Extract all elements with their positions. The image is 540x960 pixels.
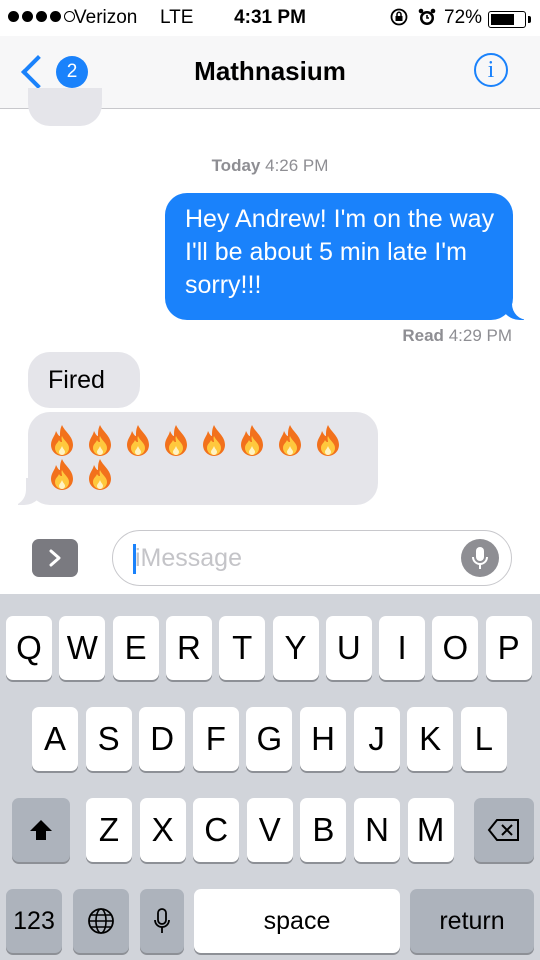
key-f[interactable]: F <box>192 707 239 771</box>
key-g[interactable]: G <box>246 707 293 771</box>
key-e[interactable]: E <box>112 616 159 680</box>
read-receipt: Read 4:29 PM <box>402 326 512 346</box>
message-timestamp: Today 4:26 PM <box>0 156 540 176</box>
key-p[interactable]: P <box>485 616 532 680</box>
read-time: 4:29 PM <box>448 326 512 345</box>
key-t[interactable]: T <box>219 616 266 680</box>
numbers-key[interactable]: 123 <box>6 889 62 953</box>
fire-emoji <box>48 424 76 458</box>
key-i[interactable]: I <box>379 616 426 680</box>
message-input[interactable]: iMessage <box>112 530 512 586</box>
received-message-bubble[interactable]: Fired <box>28 352 140 408</box>
timestamp-time: 4:26 PM <box>265 156 329 175</box>
timestamp-day: Today <box>211 156 261 175</box>
fire-emoji <box>200 424 228 458</box>
rotation-lock-icon <box>389 7 409 32</box>
microphone-icon <box>154 908 170 933</box>
apps-button[interactable] <box>32 539 78 577</box>
key-a[interactable]: A <box>32 707 78 771</box>
key-u[interactable]: U <box>325 616 372 680</box>
backspace-icon <box>487 819 519 841</box>
keyboard: 123 space return QWERTYUIOP ASDFGHJKL ZXCV… <box>0 594 540 960</box>
space-key[interactable]: space <box>194 889 400 953</box>
chevron-right-icon <box>49 549 61 567</box>
message-input-placeholder: iMessage <box>135 544 242 572</box>
key-c[interactable]: C <box>193 798 240 862</box>
key-j[interactable]: J <box>353 707 400 771</box>
alarm-icon <box>417 7 437 32</box>
fire-emoji <box>86 424 114 458</box>
fire-emoji <box>86 458 114 492</box>
key-w[interactable]: W <box>59 616 106 680</box>
key-q[interactable]: Q <box>6 616 52 680</box>
fire-emoji <box>124 424 152 458</box>
key-x[interactable]: X <box>139 798 186 862</box>
fire-emoji <box>276 424 304 458</box>
key-o[interactable]: O <box>432 616 479 680</box>
key-y[interactable]: Y <box>272 616 319 680</box>
status-bar: Verizon LTE 4:31 PM 72% <box>0 0 540 36</box>
previous-message-bubble <box>28 88 102 126</box>
key-n[interactable]: N <box>354 798 400 862</box>
battery-percent: 72% <box>444 7 483 28</box>
key-v[interactable]: V <box>246 798 293 862</box>
fire-emoji <box>162 424 190 458</box>
shift-arrow-icon <box>30 820 52 840</box>
sent-message-bubble[interactable]: Hey Andrew! I'm on the way I'll be about… <box>165 193 513 320</box>
dictation-button[interactable] <box>461 539 499 577</box>
shift-key[interactable] <box>12 798 70 862</box>
key-d[interactable]: D <box>139 707 186 771</box>
battery-tip <box>528 16 531 23</box>
key-m[interactable]: M <box>407 798 454 862</box>
fire-emoji <box>48 458 76 492</box>
fire-emoji <box>314 424 342 458</box>
delete-key[interactable] <box>474 798 534 862</box>
globe-icon <box>88 908 114 934</box>
microphone-icon <box>472 547 488 569</box>
fire-emoji <box>238 424 266 458</box>
globe-key[interactable] <box>73 889 129 953</box>
key-s[interactable]: S <box>85 707 132 771</box>
fire-emoji-row <box>48 424 358 492</box>
dictation-key[interactable] <box>140 889 184 953</box>
key-z[interactable]: Z <box>86 798 132 862</box>
contact-name[interactable]: Mathnasium <box>0 56 540 87</box>
key-h[interactable]: H <box>300 707 346 771</box>
emoji-message-bubble[interactable] <box>28 412 378 505</box>
info-button[interactable]: i <box>474 53 508 87</box>
key-b[interactable]: B <box>300 798 347 862</box>
key-l[interactable]: L <box>460 707 507 771</box>
return-key[interactable]: return <box>410 889 534 953</box>
read-label: Read <box>402 326 444 345</box>
battery-icon <box>488 11 526 28</box>
key-r[interactable]: R <box>165 616 212 680</box>
key-k[interactable]: K <box>407 707 454 771</box>
